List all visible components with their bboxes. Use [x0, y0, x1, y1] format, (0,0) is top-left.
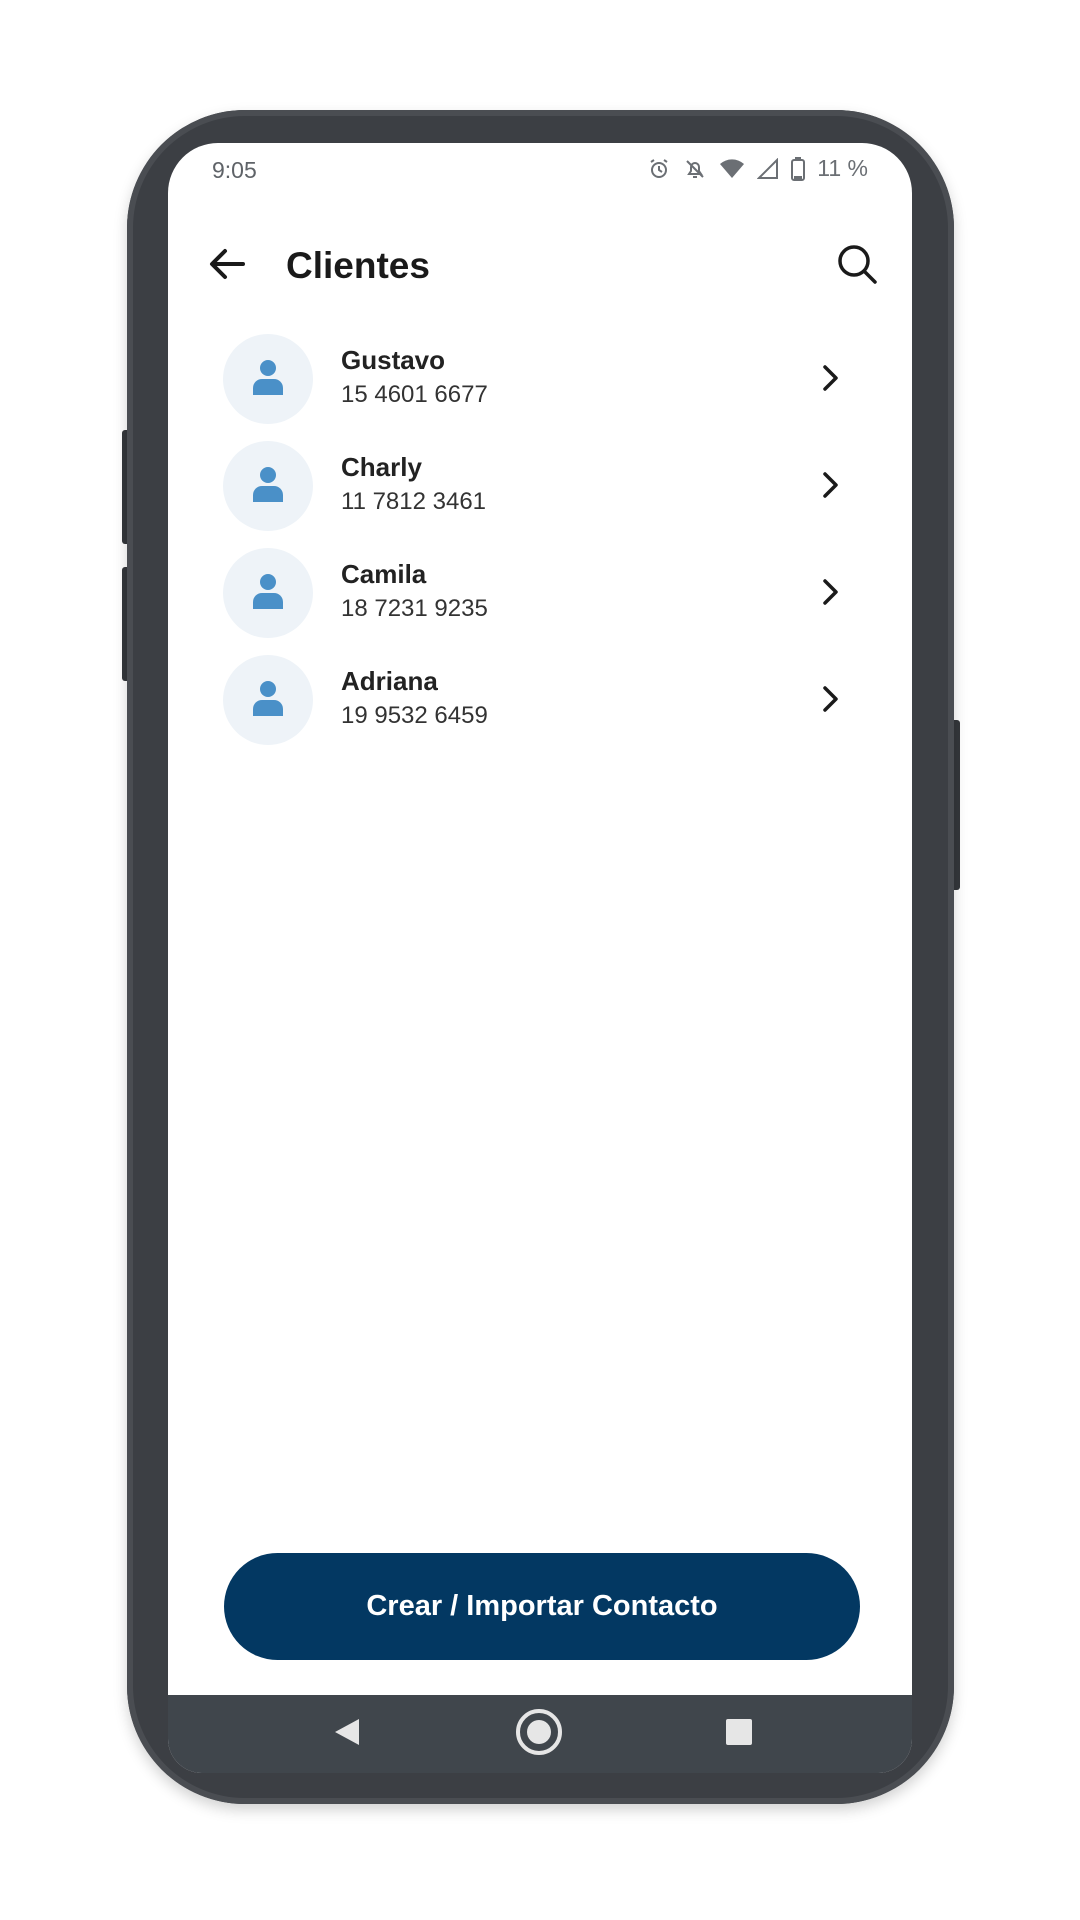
back-button[interactable]	[202, 241, 252, 291]
contact-item-adriana[interactable]: Adriana 19 9532 6459	[168, 646, 912, 753]
contact-phone: 11 7812 3461	[341, 488, 487, 515]
avatar	[223, 441, 313, 531]
create-import-contact-button[interactable]: Crear / Importar Contacto	[224, 1553, 860, 1660]
contact-name: Charly	[341, 452, 422, 482]
status-time: 9:05	[212, 157, 257, 183]
nav-recents-button[interactable]	[694, 1695, 784, 1773]
status-bar: 9:05 11 %	[168, 143, 912, 199]
contact-phone: 18 7231 9235	[341, 595, 488, 622]
page-title: Clientes	[286, 245, 430, 286]
search-button[interactable]	[830, 239, 884, 293]
nav-home-button[interactable]	[494, 1695, 584, 1773]
contact-name: Adriana	[341, 666, 438, 696]
avatar	[223, 655, 313, 745]
chevron-right-icon	[816, 470, 846, 500]
wifi-icon	[719, 157, 745, 181]
nav-back-icon	[333, 1717, 361, 1752]
nav-recents-icon	[725, 1718, 753, 1751]
alarm-icon	[647, 157, 671, 181]
notifications-off-icon	[683, 157, 707, 181]
avatar	[223, 334, 313, 424]
person-icon	[253, 680, 283, 721]
contact-item-camila[interactable]: Camila 18 7231 9235	[168, 539, 912, 646]
person-icon	[253, 359, 283, 400]
person-icon	[253, 573, 283, 614]
nav-home-icon	[514, 1707, 564, 1762]
battery-icon	[791, 156, 806, 181]
person-icon	[253, 466, 283, 507]
signal-icon	[757, 157, 779, 180]
contact-name: Gustavo	[341, 345, 446, 375]
phone-screen: 9:05 11 % Clientes Gustavo 15 4601 6677 …	[168, 143, 912, 1773]
contact-item-gustavo[interactable]: Gustavo 15 4601 6677	[168, 325, 912, 432]
contact-item-charly[interactable]: Charly 11 7812 3461	[168, 432, 912, 539]
avatar	[223, 548, 313, 638]
status-icons: 11 %	[647, 155, 868, 182]
app-bar: Clientes	[168, 221, 912, 311]
contact-name: Camila	[341, 559, 427, 589]
nav-back-button[interactable]	[302, 1695, 392, 1773]
search-icon	[835, 242, 879, 291]
battery-percentage: 11 %	[817, 155, 868, 181]
chevron-right-icon	[816, 684, 846, 714]
contact-phone: 19 9532 6459	[341, 702, 488, 729]
contact-list: Gustavo 15 4601 6677 Charly 11 7812 3461	[168, 325, 912, 753]
chevron-right-icon	[816, 577, 846, 607]
system-nav-bar	[168, 1695, 912, 1773]
chevron-right-icon	[816, 363, 846, 393]
contact-phone: 15 4601 6677	[341, 381, 488, 408]
arrow-left-icon	[207, 244, 247, 289]
